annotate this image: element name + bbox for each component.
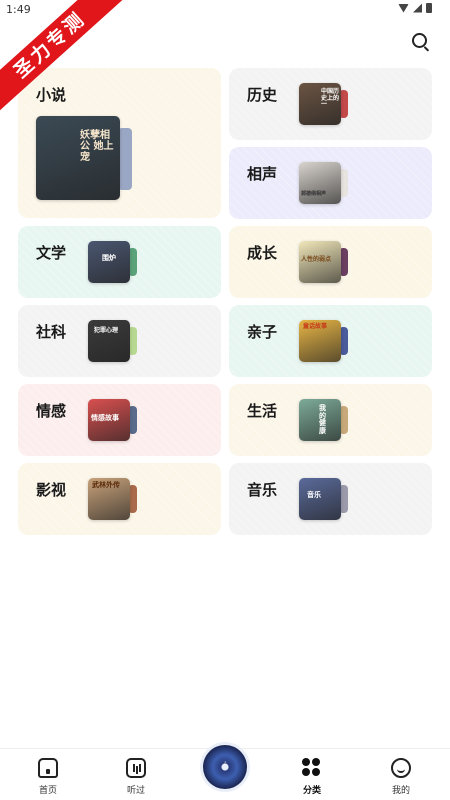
category-card-novel[interactable]: 小说 妖孽相公 她上宠: [18, 68, 221, 218]
cover-title: 中国历史上的一: [321, 88, 340, 109]
cover-stack: 音乐: [299, 478, 351, 520]
cover-title: 人性的弱点: [301, 256, 332, 263]
book-cover: 中国历史上的一: [299, 83, 341, 125]
nav-label: 我的: [391, 786, 410, 796]
cover-title: 犯罪心理: [94, 327, 119, 334]
category-label: 社科: [36, 323, 67, 341]
signal-icon: [413, 3, 422, 13]
category-card-social-science[interactable]: 社科 犯罪心理: [18, 305, 221, 377]
category-label: 情感: [36, 402, 67, 420]
cover-title: 武林外传: [92, 481, 120, 489]
cover-title: 音乐: [307, 491, 321, 499]
player-disc-icon: ♪: [223, 761, 227, 767]
status-time: 1:49: [6, 3, 31, 16]
cover-title: 童话故事: [303, 323, 328, 330]
book-cover: 情感故事: [88, 399, 130, 441]
cover-title: 围炉: [102, 254, 116, 262]
nav-label: 分类: [302, 786, 321, 796]
category-icon-dot: [312, 768, 320, 776]
nav-profile[interactable]: 我的: [371, 749, 431, 800]
category-icon-dot: [302, 758, 310, 766]
book-cover: 犯罪心理: [88, 320, 130, 362]
cover-title: 郭德纲相声: [301, 191, 327, 197]
cover-stack: 人性的弱点: [299, 241, 351, 283]
nav-label: 听过: [126, 786, 145, 796]
category-card-film[interactable]: 影视 武林外传: [18, 463, 221, 535]
category-card-literature[interactable]: 文学 围炉: [18, 226, 221, 298]
search-button[interactable]: [410, 31, 432, 53]
battery-icon: [426, 3, 432, 13]
listened-icon: [126, 758, 146, 778]
cover-title: 情感故事: [91, 414, 119, 422]
category-label: 音乐: [247, 481, 278, 499]
category-label: 亲子: [247, 323, 278, 341]
category-card-emotion[interactable]: 情感 情感故事: [18, 384, 221, 456]
category-card-crosstalk[interactable]: 相声 郭德纲相声: [229, 147, 432, 219]
book-cover: 童话故事: [299, 320, 341, 362]
cover-title: 我的健康: [319, 404, 326, 436]
book-cover: 音乐: [299, 478, 341, 520]
cover-stack: 中国历史上的一: [299, 83, 351, 125]
cover-back: [118, 128, 132, 190]
search-icon-handle: [423, 46, 430, 52]
category-card-life[interactable]: 生活 我的健康: [229, 384, 432, 456]
cover-stack: 我的健康: [299, 399, 351, 441]
book-cover: 郭德纲相声: [299, 162, 341, 204]
player-disc-button[interactable]: ♪: [203, 745, 247, 789]
category-screen: 1:49 圣力专测 小说 妖孽相公 她上宠 历史 中国历史上的一 相声 郭德纲相…: [0, 0, 450, 800]
category-label: 文学: [36, 244, 67, 262]
category-label: 影视: [36, 481, 67, 499]
nav-listened[interactable]: 听过: [106, 749, 166, 800]
category-icon-dot: [302, 768, 310, 776]
profile-icon: [391, 758, 411, 778]
category-label: 相声: [247, 165, 278, 183]
nav-category[interactable]: 分类: [282, 749, 342, 800]
category-icon-dot: [312, 758, 320, 766]
status-icons: [398, 3, 432, 13]
category-label: 历史: [247, 86, 278, 104]
book-cover: 围炉: [88, 241, 130, 283]
category-card-music[interactable]: 音乐 音乐: [229, 463, 432, 535]
cover-stack: 妖孽相公 她上宠: [36, 116, 134, 200]
category-icon: [302, 758, 322, 778]
cover-stack: 情感故事: [88, 399, 140, 441]
book-cover: 人性的弱点: [299, 241, 341, 283]
category-label: 生活: [247, 402, 278, 420]
home-icon: [38, 758, 58, 778]
book-cover: 武林外传: [88, 478, 130, 520]
nav-label: 首页: [38, 786, 57, 796]
category-card-history[interactable]: 历史 中国历史上的一: [229, 68, 432, 140]
cover-title: 妖孽相公 她上宠: [80, 130, 114, 163]
category-card-growth[interactable]: 成长 人性的弱点: [229, 226, 432, 298]
cover-stack: 童话故事: [299, 320, 351, 362]
nav-home[interactable]: 首页: [18, 749, 78, 800]
cover-stack: 围炉: [88, 241, 140, 283]
category-label: 成长: [247, 244, 278, 262]
book-cover: 妖孽相公 她上宠: [36, 116, 120, 200]
cover-stack: 犯罪心理: [88, 320, 140, 362]
wifi-icon: [398, 3, 409, 13]
category-label: 小说: [36, 86, 67, 104]
book-cover: 我的健康: [299, 399, 341, 441]
cover-stack: 郭德纲相声: [299, 162, 351, 204]
cover-stack: 武林外传: [88, 478, 140, 520]
category-card-parenting[interactable]: 亲子 童话故事: [229, 305, 432, 377]
